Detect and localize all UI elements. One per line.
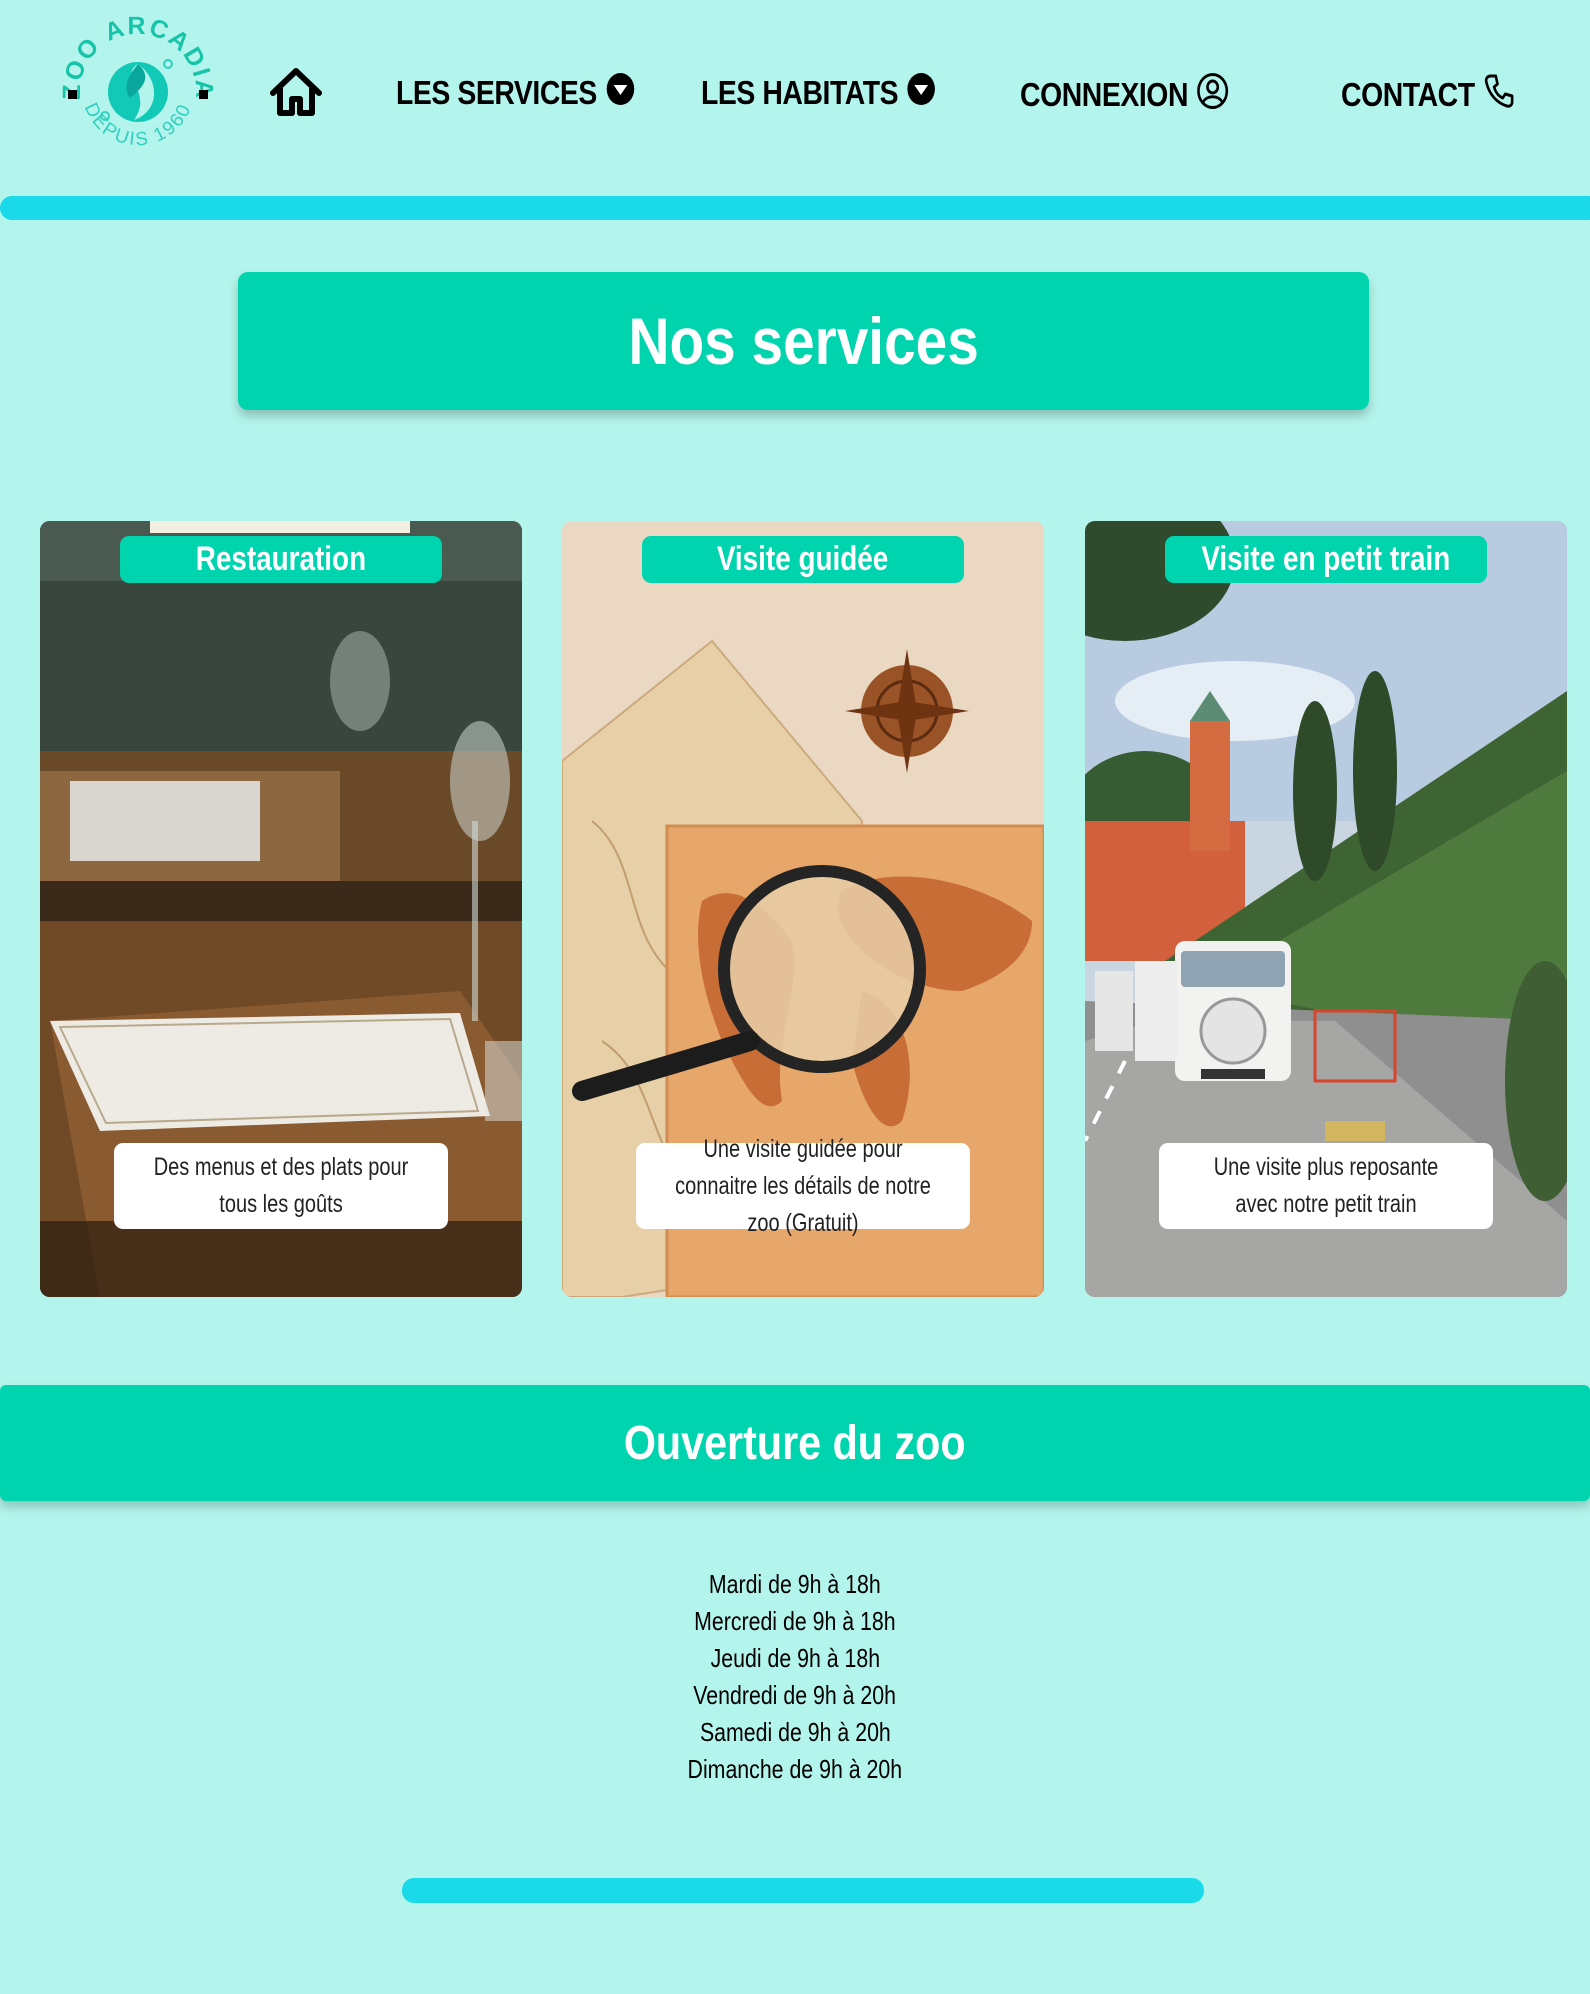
- card-title-restauration: Restauration: [120, 536, 442, 583]
- nav-services[interactable]: LES SERVICES: [396, 72, 635, 114]
- caret-down-circle-icon: [907, 72, 936, 114]
- opening-hours-list: Mardi de 9h à 18h Mercredi de 9h à 18h J…: [0, 1566, 1590, 1788]
- nav-habitats-label: LES HABITATS: [701, 74, 899, 111]
- nav-habitats[interactable]: LES HABITATS: [701, 72, 936, 114]
- phone-icon: [1483, 72, 1516, 118]
- nav-contact-label: CONTACT: [1341, 76, 1475, 113]
- user-circle-icon: [1197, 72, 1230, 118]
- header-divider: [0, 196, 1590, 220]
- footer-divider: [402, 1878, 1204, 1903]
- service-card-restauration[interactable]: Restauration Des menus et des plats pour…: [40, 521, 522, 1297]
- opening-hours-item: Dimanche de 9h à 20h: [687, 1754, 903, 1784]
- card-description-visite-guidee: Une visite guidée pour connaitre les dét…: [636, 1135, 970, 1237]
- caret-down-circle-icon: [606, 72, 635, 114]
- opening-hours-item: Vendredi de 9h à 20h: [693, 1680, 897, 1710]
- card-description-petit-train: Une visite plus reposante avec notre pet…: [1159, 1143, 1493, 1229]
- nav-connexion[interactable]: CONNEXION: [1020, 72, 1229, 118]
- service-card-petit-train[interactable]: Visite en petit train Une visite plus re…: [1085, 521, 1567, 1297]
- opening-hours-item: Mardi de 9h à 18h: [709, 1569, 881, 1599]
- opening-title: Ouverture du zoo: [624, 1416, 966, 1470]
- opening-hours-item: Mercredi de 9h à 18h: [694, 1606, 896, 1636]
- opening-title-banner: Ouverture du zoo: [0, 1385, 1590, 1501]
- services-title: Nos services: [628, 304, 979, 378]
- card-description-restauration: Des menus et des plats pour tous les goû…: [114, 1143, 448, 1229]
- service-card-visite-guidee[interactable]: Visite guidée Une visite guidée pour con…: [562, 521, 1044, 1297]
- card-title-petit-train: Visite en petit train: [1165, 536, 1487, 583]
- zoo-logo[interactable]: ZOO ARCADIA DEPUIS 1960: [58, 12, 218, 172]
- nav-services-label: LES SERVICES: [396, 74, 597, 111]
- opening-hours-item: Jeudi de 9h à 18h: [710, 1643, 880, 1673]
- home-icon[interactable]: [268, 66, 324, 118]
- nav-connexion-label: CONNEXION: [1020, 76, 1189, 113]
- opening-hours-item: Samedi de 9h à 20h: [699, 1717, 891, 1747]
- services-title-banner: Nos services: [238, 272, 1369, 410]
- nav-contact[interactable]: CONTACT: [1341, 72, 1516, 118]
- card-title-visite-guidee: Visite guidée: [642, 536, 964, 583]
